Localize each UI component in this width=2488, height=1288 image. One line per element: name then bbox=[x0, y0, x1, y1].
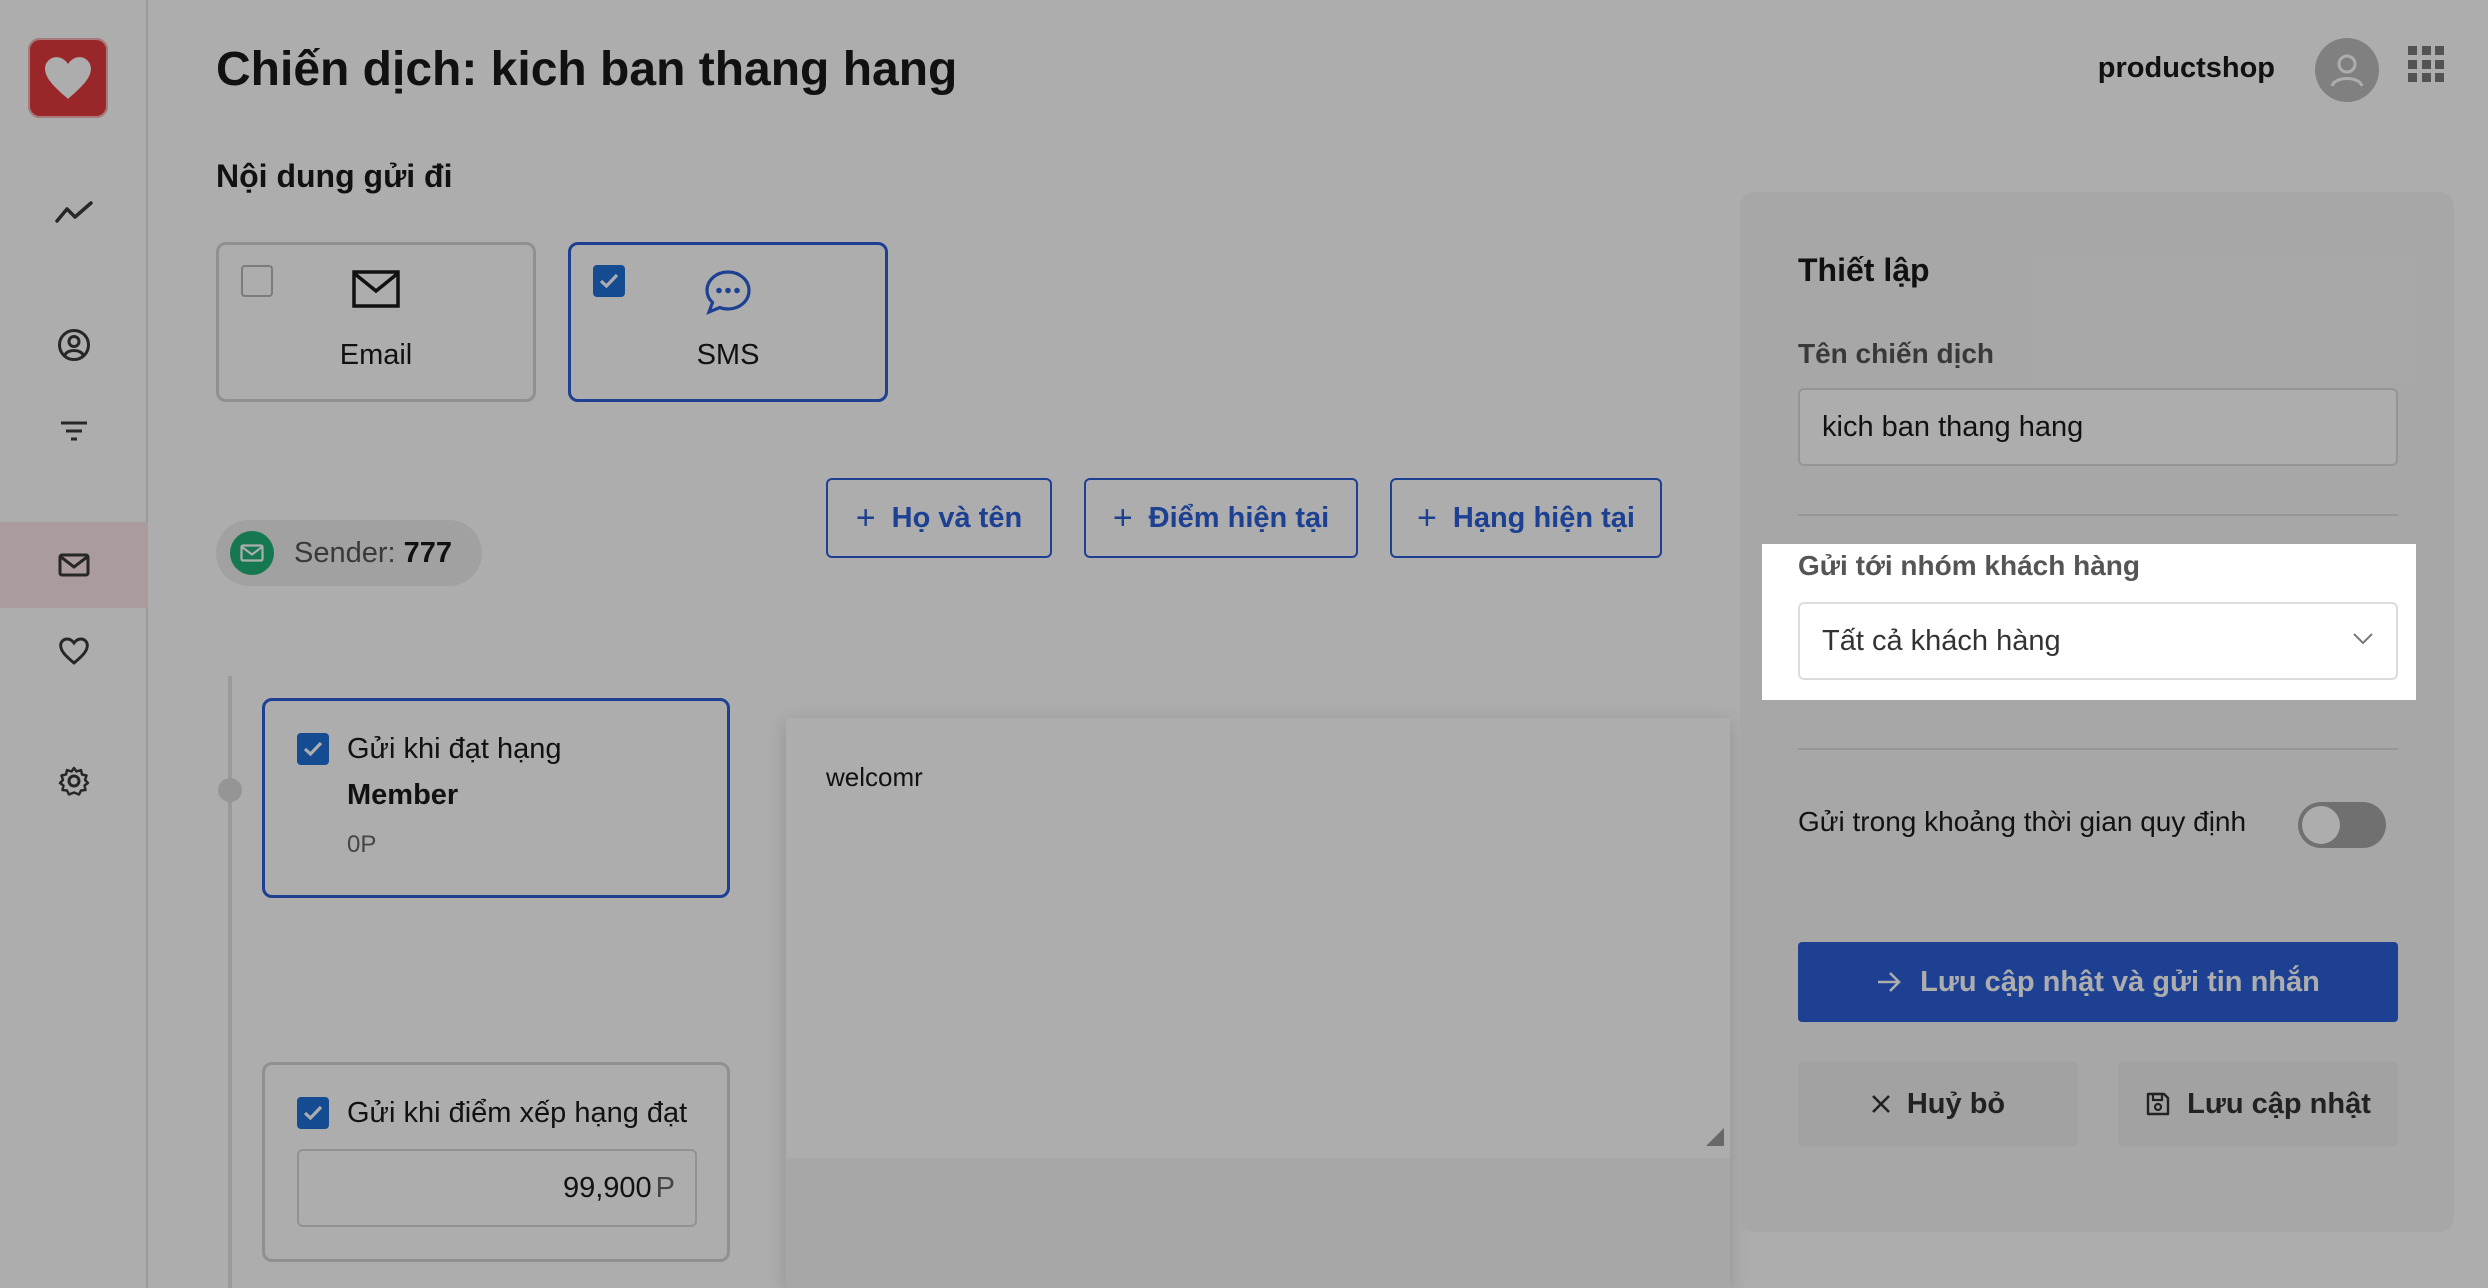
user-avatar-icon bbox=[2330, 54, 2364, 87]
chat-bubble-icon bbox=[705, 270, 751, 315]
plus-icon: + bbox=[1417, 498, 1437, 537]
schedule-label: Gửi trong khoảng thời gian quy định bbox=[1798, 806, 2247, 837]
insert-button-label: Họ và tên bbox=[891, 501, 1023, 534]
cancel-label: Huỷ bỏ bbox=[1906, 1087, 2006, 1120]
message-editor[interactable]: welcomr bbox=[786, 718, 1730, 1288]
points-threshold-value: 99,900 bbox=[562, 1171, 652, 1204]
settings-title: Thiết lập bbox=[1798, 252, 1930, 288]
plus-icon: + bbox=[1112, 498, 1133, 537]
insert-current-tier-button[interactable]: + Hạng hiện tại bbox=[1390, 478, 1662, 558]
user-circle-icon bbox=[58, 329, 90, 361]
heart-icon bbox=[59, 637, 89, 665]
insert-toolbar bbox=[786, 1158, 1730, 1288]
divider bbox=[1798, 514, 2398, 516]
message-text[interactable]: welcomr bbox=[826, 762, 923, 793]
chevron-down-icon bbox=[2353, 633, 2373, 645]
channel-card-sms[interactable]: SMS bbox=[568, 242, 888, 402]
sender-chip: Sender: 777 bbox=[216, 520, 482, 586]
insert-current-points-button[interactable]: + Điểm hiện tại bbox=[1084, 478, 1358, 558]
points-unit: P bbox=[655, 1171, 675, 1204]
insert-full-name-button[interactable]: + Họ và tên bbox=[826, 478, 1052, 558]
points-trigger-card[interactable]: Gửi khi điểm xếp hạng đạt 99,900 P bbox=[262, 1062, 730, 1262]
channel-card-email[interactable]: Email bbox=[216, 242, 536, 402]
tier-name: Member bbox=[347, 779, 459, 811]
sms-checkbox[interactable] bbox=[593, 265, 625, 297]
channel-label: SMS bbox=[696, 339, 760, 371]
app-logo-heart-icon[interactable] bbox=[28, 38, 108, 118]
page-title: Chiến dịch: kich ban thang hang bbox=[216, 43, 958, 96]
tier-trigger-label: Gửi khi đạt hạng bbox=[347, 733, 562, 765]
schedule-toggle[interactable] bbox=[2298, 802, 2386, 848]
close-icon bbox=[1871, 1095, 1890, 1113]
save-and-send-button[interactable]: Lưu cập nhật và gửi tin nhắn bbox=[1798, 942, 2398, 1022]
divider bbox=[1798, 748, 2398, 750]
nav-item-loyalty[interactable] bbox=[0, 608, 148, 694]
arrow-right-icon bbox=[1878, 972, 1901, 992]
shop-name[interactable]: productshop bbox=[2098, 52, 2275, 85]
check-icon bbox=[303, 1105, 323, 1121]
sidebar bbox=[0, 0, 148, 1288]
sender-value: 777 bbox=[403, 536, 452, 569]
avatar[interactable] bbox=[2315, 38, 2379, 102]
envelope-icon bbox=[352, 270, 400, 308]
points-trigger-checkbox[interactable] bbox=[297, 1097, 329, 1129]
sender-mail-icon bbox=[230, 531, 274, 575]
save-button[interactable]: Lưu cập nhật bbox=[2118, 1062, 2398, 1146]
customer-group-field: Gửi tới nhóm khách hàng Tất cả khách hàn… bbox=[1762, 544, 2416, 700]
timeline-line bbox=[228, 676, 232, 1288]
check-icon bbox=[599, 273, 619, 289]
save-and-send-label: Lưu cập nhật và gửi tin nhắn bbox=[1920, 965, 2320, 998]
mail-icon bbox=[58, 553, 90, 577]
cancel-button[interactable]: Huỷ bỏ bbox=[1798, 1062, 2078, 1146]
timeline-dot bbox=[218, 778, 242, 802]
section-title: Nội dung gửi đi bbox=[216, 158, 453, 194]
gear-icon bbox=[58, 766, 90, 796]
campaign-name-input[interactable]: kich ban thang hang bbox=[1798, 388, 2398, 466]
check-icon bbox=[303, 741, 323, 757]
email-checkbox[interactable] bbox=[241, 265, 273, 297]
channel-label: Email bbox=[339, 339, 413, 371]
settings-panel: Thiết lập Tên chiến dịch kich ban thang … bbox=[1740, 192, 2454, 1232]
save-disk-icon bbox=[2146, 1092, 2170, 1116]
save-label: Lưu cập nhật bbox=[2187, 1087, 2371, 1120]
tier-points: 0P bbox=[347, 831, 377, 858]
insert-button-label: Hạng hiện tại bbox=[1452, 501, 1635, 534]
trend-chart-icon bbox=[55, 201, 93, 223]
insert-button-label: Điểm hiện tại bbox=[1148, 501, 1330, 534]
toggle-knob bbox=[2302, 806, 2340, 844]
customer-group-select[interactable]: Tất cả khách hàng bbox=[1798, 602, 2398, 680]
nav-item-analytics[interactable] bbox=[0, 170, 148, 256]
nav-item-campaigns[interactable] bbox=[0, 522, 148, 608]
plus-icon: + bbox=[855, 498, 876, 537]
points-trigger-label: Gửi khi điểm xếp hạng đạt bbox=[347, 1097, 688, 1129]
nav-item-segments[interactable] bbox=[0, 388, 148, 474]
apps-grid-icon[interactable] bbox=[2408, 46, 2444, 82]
nav-item-settings[interactable] bbox=[0, 738, 148, 824]
sender-prefix: Sender: bbox=[294, 536, 396, 569]
campaign-name-label: Tên chiến dịch bbox=[1798, 338, 1995, 369]
tier-trigger-checkbox[interactable] bbox=[297, 733, 329, 765]
customer-group-label: Gửi tới nhóm khách hàng bbox=[1798, 550, 2140, 581]
resize-handle-icon[interactable] bbox=[1706, 1128, 1724, 1146]
points-threshold-input[interactable]: 99,900 P bbox=[297, 1149, 697, 1227]
customer-group-value: Tất cả khách hàng bbox=[1822, 624, 2061, 657]
nav-item-customers[interactable] bbox=[0, 302, 148, 388]
filter-icon bbox=[61, 421, 87, 441]
tier-trigger-card[interactable]: Gửi khi đạt hạng Member 0P bbox=[262, 698, 730, 898]
